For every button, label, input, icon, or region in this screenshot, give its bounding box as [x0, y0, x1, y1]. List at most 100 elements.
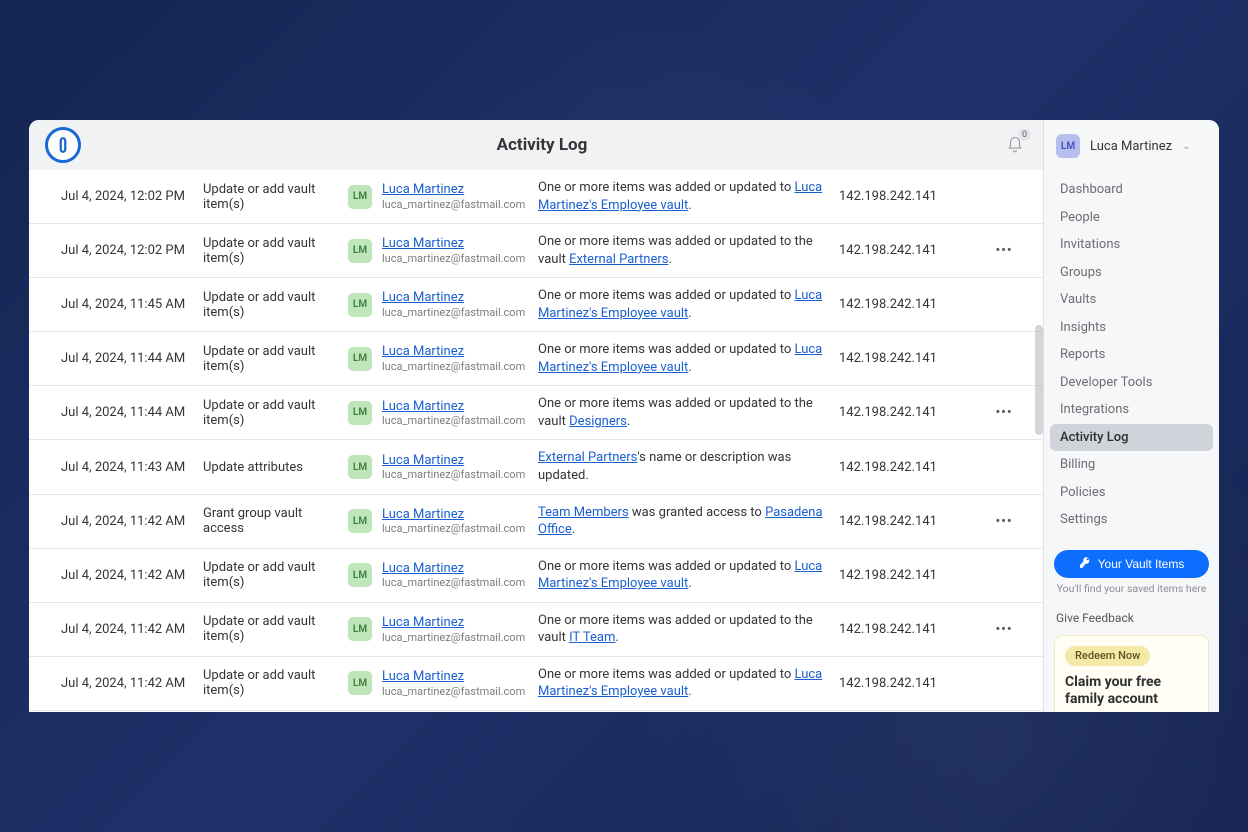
user-email: luca_martinez@fastmail.com — [382, 306, 525, 319]
user-email: luca_martinez@fastmail.com — [382, 468, 525, 481]
row-actions-button[interactable]: ••• — [995, 243, 1012, 258]
cell-timestamp: Jul 4, 2024, 12:02 PM — [61, 243, 203, 258]
cell-user: LMLuca Martinezluca_martinez@fastmail.co… — [348, 236, 538, 265]
cell-user: LM Luca Martinezluca_martinez@fastmail.co… — [348, 561, 538, 590]
user-email: luca_martinez@fastmail.com — [382, 522, 525, 535]
cell-event: Grant group vault access — [203, 506, 348, 536]
sidebar-item-billing[interactable]: Billing — [1050, 451, 1213, 479]
user-link[interactable]: Luca Martinez — [382, 344, 525, 360]
cell-timestamp: Jul 4, 2024, 11:42 AM — [61, 676, 203, 691]
row-actions-button[interactable]: ••• — [995, 622, 1012, 637]
user-link[interactable]: Luca Martinez — [382, 507, 525, 523]
row-actions-button[interactable]: ••• — [995, 405, 1012, 420]
sidebar-item-integrations[interactable]: Integrations — [1050, 396, 1213, 424]
user-email: luca_martinez@fastmail.com — [382, 198, 525, 211]
table-row: Jul 4, 2024, 11:42 AMUpdate or add vault… — [29, 603, 1043, 657]
avatar: LM — [348, 509, 372, 533]
sidebar-item-policies[interactable]: Policies — [1050, 479, 1213, 507]
profile-menu[interactable]: LM Luca Martinez ⌄ — [1044, 120, 1219, 172]
app-logo-icon[interactable] — [45, 127, 81, 163]
cell-description: One or more items was added or updated t… — [538, 341, 839, 376]
cell-timestamp: Jul 4, 2024, 11:42 AM — [61, 568, 203, 583]
user-link[interactable]: Luca Martinez — [382, 399, 525, 415]
notifications-button[interactable]: 0 — [1003, 133, 1027, 157]
cell-description: One or more items was added or updated t… — [538, 666, 839, 701]
sidebar-item-activity-log[interactable]: Activity Log — [1050, 424, 1213, 452]
user-link[interactable]: Luca Martinez — [382, 561, 525, 577]
vault-link[interactable]: Luca Martinez's Employee vault — [538, 559, 822, 592]
cell-ip: 142.198.242.141 — [839, 676, 989, 691]
key-icon — [1079, 556, 1092, 572]
table-row: Jul 4, 2024, 11:42 AMUpdate or add vault… — [29, 711, 1043, 712]
redeem-now-button[interactable]: Redeem Now — [1065, 646, 1150, 667]
sidebar-item-vaults[interactable]: Vaults — [1050, 286, 1213, 314]
promo-card: Redeem Now Claim your free family accoun… — [1054, 635, 1209, 713]
activity-table: Jul 4, 2024, 12:02 PM Update or add vault… — [29, 170, 1043, 712]
user-link[interactable]: Luca Martinez — [382, 453, 525, 469]
cell-ip: 142.198.242.141 — [839, 622, 989, 637]
cell-timestamp: Jul 4, 2024, 11:42 AM — [61, 514, 203, 529]
cell-description: One or more items was added or updated t… — [538, 558, 839, 593]
user-email: luca_martinez@fastmail.com — [382, 576, 525, 589]
sidebar-item-people[interactable]: People — [1050, 204, 1213, 232]
cell-event: Update attributes — [203, 460, 348, 475]
sidebar-item-reports[interactable]: Reports — [1050, 341, 1213, 369]
cell-user: LMLuca Martinezluca_martinez@fastmail.co… — [348, 344, 538, 373]
user-link[interactable]: Luca Martinez — [382, 669, 525, 685]
page-title: Activity Log — [81, 135, 1003, 155]
give-feedback-link[interactable]: Give Feedback — [1044, 605, 1219, 631]
cell-actions: ••• — [989, 243, 1019, 258]
sidebar-item-groups[interactable]: Groups — [1050, 259, 1213, 287]
chevron-down-icon: ⌄ — [1182, 141, 1190, 152]
table-row: Jul 4, 2024, 11:42 AMUpdate or add vault… — [29, 549, 1043, 603]
vault-link[interactable]: Luca Martinez's Employee vault — [538, 667, 822, 700]
sidebar-item-insights[interactable]: Insights — [1050, 314, 1213, 342]
cell-ip: 142.198.242.141 — [839, 297, 989, 312]
cell-ip: 142.198.242.141 — [839, 460, 989, 475]
table-row: Jul 4, 2024, 11:43 AMUpdate attributesLM… — [29, 440, 1043, 494]
vault-link[interactable]: Team Members — [538, 505, 629, 520]
notification-count-badge: 0 — [1018, 129, 1031, 141]
cell-description: One or more items was added or updated t… — [538, 287, 839, 322]
sidebar-item-invitations[interactable]: Invitations — [1050, 231, 1213, 259]
avatar: LM — [348, 293, 372, 317]
cell-ip: 142.198.242.141 — [839, 189, 989, 204]
scrollbar-thumb[interactable] — [1035, 325, 1043, 435]
topbar: Activity Log 0 — [29, 120, 1043, 170]
vault-link[interactable]: IT Team — [569, 630, 615, 645]
cell-event: Update or add vault item(s) — [203, 290, 348, 320]
user-link[interactable]: Luca Martinez — [382, 236, 525, 252]
avatar: LM — [348, 239, 372, 263]
vault-link[interactable]: External Partners — [569, 252, 668, 267]
table-row: Jul 4, 2024, 11:44 AMUpdate or add vault… — [29, 386, 1043, 440]
sidebar-item-settings[interactable]: Settings — [1050, 506, 1213, 534]
cell-timestamp: Jul 4, 2024, 11:42 AM — [61, 622, 203, 637]
vault-link[interactable]: External Partners — [538, 450, 637, 465]
avatar: LM — [348, 617, 372, 641]
avatar: LM — [348, 185, 372, 209]
avatar: LM — [348, 563, 372, 587]
cell-description: One or more items was added or updated t… — [538, 179, 839, 214]
table-row: Jul 4, 2024, 12:02 PMUpdate or add vault… — [29, 170, 1043, 224]
cell-user: LM Luca Martinezluca_martinez@fastmail.co… — [348, 507, 538, 536]
user-link[interactable]: Luca Martinez — [382, 615, 525, 631]
vault-link[interactable]: Designers — [569, 414, 627, 429]
user-email: luca_martinez@fastmail.com — [382, 631, 525, 644]
vault-link[interactable]: Luca Martinez's Employee vault — [538, 180, 822, 213]
your-vault-items-button[interactable]: Your Vault Items — [1054, 550, 1209, 578]
vault-link[interactable]: Luca Martinez's Employee vault — [538, 342, 822, 375]
sidebar-item-dashboard[interactable]: Dashboard — [1050, 176, 1213, 204]
cell-description: One or more items was added or updated t… — [538, 612, 839, 647]
avatar: LM — [348, 455, 372, 479]
vault-link[interactable]: Luca Martinez's Employee vault — [538, 288, 822, 321]
cell-event: Update or add vault item(s) — [203, 398, 348, 428]
sidebar-item-developer-tools[interactable]: Developer Tools — [1050, 369, 1213, 397]
user-link[interactable]: Luca Martinez — [382, 290, 525, 306]
user-link[interactable]: Luca Martinez — [382, 182, 525, 198]
sidebar-nav: DashboardPeopleInvitationsGroupsVaultsIn… — [1044, 172, 1219, 538]
row-actions-button[interactable]: ••• — [995, 514, 1012, 529]
cell-ip: 142.198.242.141 — [839, 568, 989, 583]
cell-event: Update or add vault item(s) — [203, 668, 348, 698]
cell-user: LMLuca Martinezluca_martinez@fastmail.co… — [348, 669, 538, 698]
user-email: luca_martinez@fastmail.com — [382, 414, 525, 427]
